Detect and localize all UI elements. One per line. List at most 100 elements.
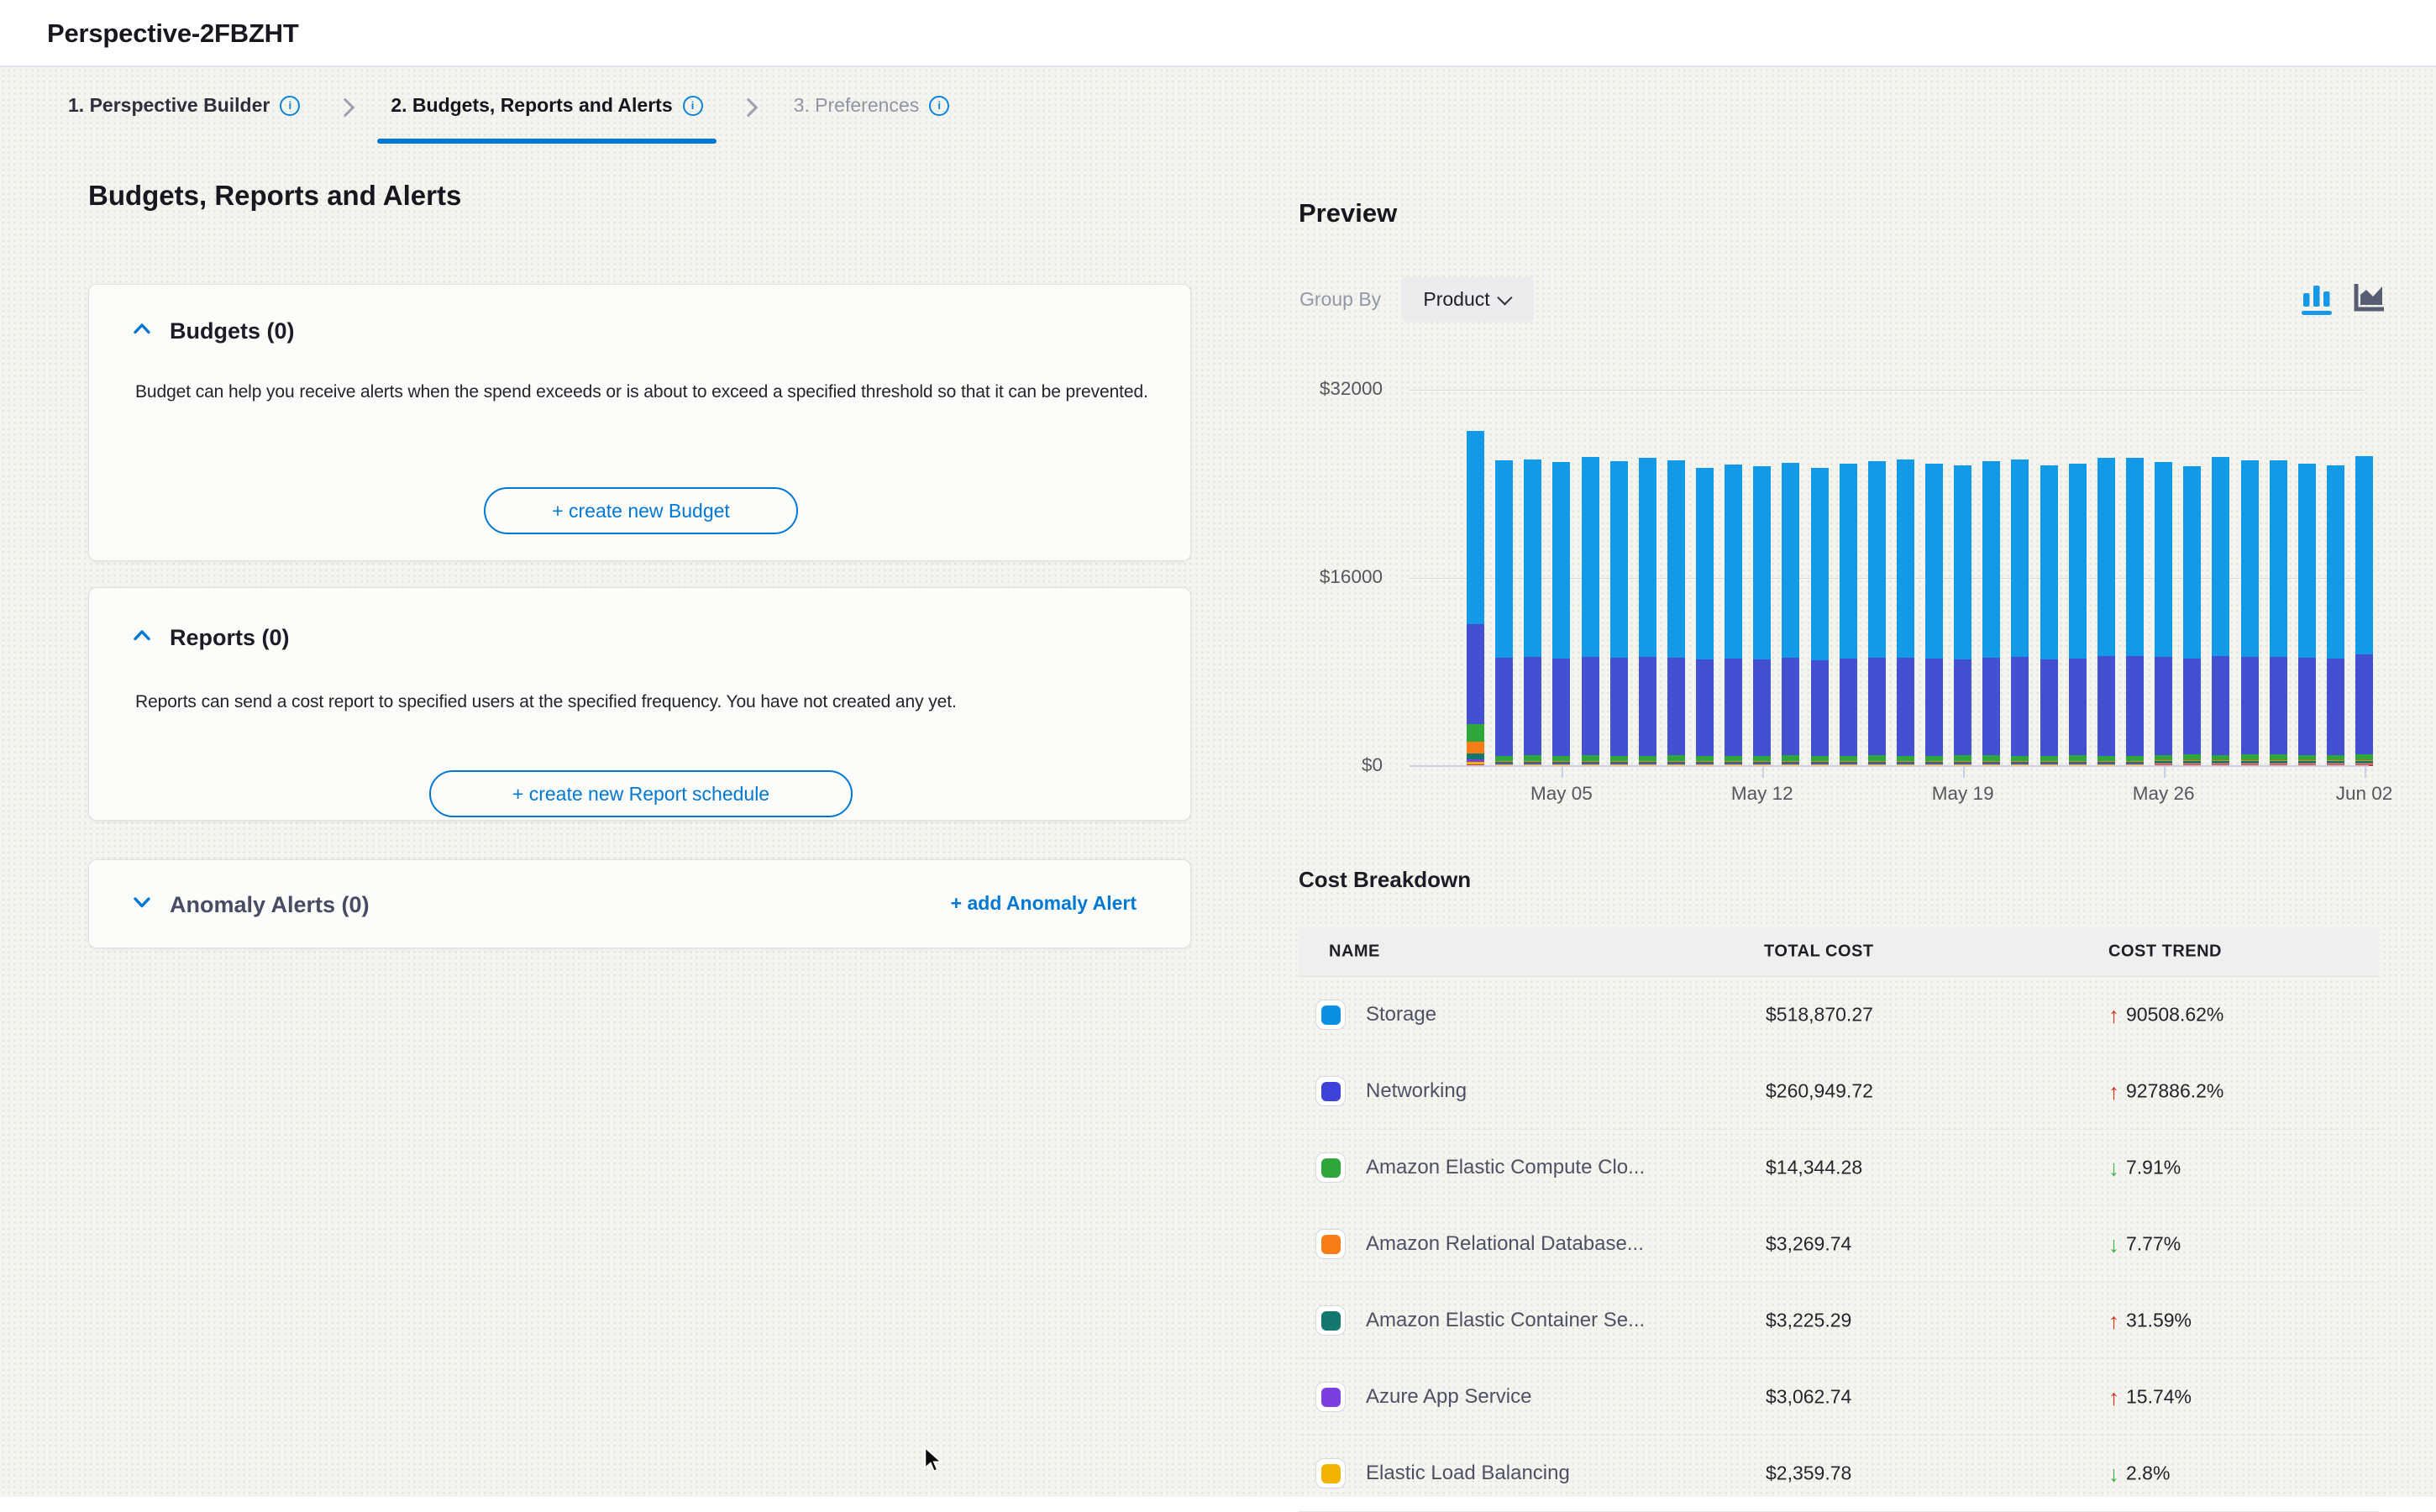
info-icon[interactable]: i — [929, 96, 949, 116]
trend-up-arrow-icon: ↑ — [2108, 1080, 2119, 1102]
bar-segment — [2155, 462, 2172, 657]
bar-segment — [2155, 657, 2172, 754]
bar-segment — [1753, 466, 1771, 659]
bar-segment — [1868, 658, 1886, 755]
bar-segment — [2298, 464, 2316, 658]
x-axis-tick-label: May 19 — [1913, 783, 2013, 805]
row-cost-trend: ↓7.77% — [2108, 1233, 2181, 1256]
cost-breakdown-table: NAMETOTAL COSTCOST TREND Storage$518,870… — [1299, 927, 2379, 1512]
tab-perspective-builder[interactable]: 1. Perspective Builder i — [68, 94, 300, 120]
app-header: Perspective-2FBZHT — [0, 0, 2436, 67]
stacked-bar-chart — [1410, 390, 2365, 766]
trend-down-arrow-icon: ↓ — [2108, 1462, 2119, 1484]
chart-bar — [1725, 465, 1742, 766]
chevron-right-icon — [336, 97, 355, 117]
chart-bar — [1982, 461, 2000, 766]
page-title: Perspective-2FBZHT — [47, 0, 299, 67]
bar-segment — [1897, 459, 1914, 657]
bar-segment — [1524, 657, 1541, 755]
chart-bar — [1954, 465, 1971, 766]
bar-chart-icon[interactable] — [2302, 281, 2334, 320]
bar-segment — [1467, 431, 1484, 624]
table-body: Storage$518,870.27↑90508.62%Networking$2… — [1299, 977, 2379, 1512]
table-row: Networking$260,949.72↑927886.2% — [1299, 1053, 2379, 1130]
bar-segment — [2126, 458, 2144, 655]
chart-bar — [1582, 457, 1599, 766]
row-total-cost: $14,344.28 — [1766, 1157, 1862, 1179]
mouse-cursor — [922, 1446, 948, 1478]
bar-segment — [1725, 659, 1742, 756]
table-row: Elastic Load Balancing$2,359.78↓2.8% — [1299, 1436, 2379, 1512]
bar-segment — [1467, 624, 1484, 724]
chart-bar — [2011, 459, 2029, 766]
row-total-cost: $260,949.72 — [1766, 1080, 1873, 1103]
bar-segment — [2040, 465, 2058, 659]
bar-segment — [1954, 659, 1971, 756]
bar-segment — [2298, 658, 2316, 755]
trend-up-arrow-icon: ↑ — [2108, 1004, 2119, 1026]
group-by-select[interactable]: Product — [1401, 277, 1534, 322]
row-cost-trend: ↓7.91% — [2108, 1157, 2181, 1179]
row-cost-trend: ↑15.74% — [2108, 1386, 2192, 1409]
tab-preferences[interactable]: 3. Preferencesi — [794, 94, 950, 120]
info-icon[interactable]: i — [280, 96, 300, 116]
series-color-chip — [1315, 1076, 1346, 1106]
x-axis-tick — [1562, 767, 1563, 778]
trend-percent: 2.8% — [2126, 1462, 2170, 1485]
bar-segment — [1552, 462, 1570, 659]
trend-percent: 15.74% — [2126, 1386, 2192, 1409]
chart-bar — [1524, 459, 1541, 766]
chart-bar — [2355, 456, 2373, 766]
chart-bar — [1610, 461, 1628, 766]
bar-segment — [1582, 657, 1599, 756]
bar-segment — [1667, 658, 1685, 755]
x-axis-tick-label: Jun 02 — [2314, 783, 2415, 805]
x-axis-tick — [2365, 767, 2366, 778]
row-cost-trend: ↓ 2.8% — [2108, 1462, 2170, 1485]
trend-percent: 90508.62% — [2126, 1004, 2223, 1026]
trend-percent: 7.91% — [2126, 1157, 2181, 1179]
bar-segment — [2212, 457, 2229, 656]
bar-segment — [1840, 659, 1857, 756]
bar-segment — [2327, 465, 2344, 659]
trend-down-arrow-icon: ↓ — [2108, 1233, 2119, 1255]
bar-segment — [1982, 461, 2000, 658]
create-budget-button[interactable]: + create new Budget — [484, 487, 798, 534]
bar-segment — [2241, 460, 2259, 657]
chart-bar — [2097, 458, 2115, 766]
bar-segment — [1925, 464, 1943, 659]
bar-segment — [2355, 654, 2373, 754]
area-chart-icon[interactable] — [2352, 281, 2387, 320]
chevron-up-icon[interactable] — [133, 322, 151, 339]
chart-bar — [2040, 465, 2058, 766]
bar-segment — [1610, 461, 1628, 658]
bar-segment — [1552, 659, 1570, 756]
add-anomaly-alert-link[interactable]: + add Anomaly Alert — [951, 892, 1137, 915]
chevron-up-icon[interactable] — [133, 628, 151, 646]
bar-segment — [2183, 659, 2201, 755]
chevron-down-icon[interactable] — [133, 895, 151, 913]
tab-label: 1. Perspective Builder — [68, 94, 270, 117]
create-report-button[interactable]: + create new Report schedule — [429, 770, 853, 817]
tab-budgets-reports-and-alerts[interactable]: 2. Budgets, Reports and Alertsi — [391, 94, 702, 120]
bar-segment — [1782, 658, 1799, 755]
bar-segment — [1582, 457, 1599, 657]
bar-segment — [2069, 659, 2087, 756]
y-axis-tick-label: $0 — [1265, 754, 1383, 776]
chart-bar — [2212, 457, 2229, 766]
y-axis-tick-label: $32000 — [1265, 378, 1383, 400]
row-total-cost: $2,359.78 — [1766, 1462, 1851, 1485]
chart-bar — [1897, 459, 1914, 766]
chart-bar — [1868, 461, 1886, 766]
column-header: COST TREND — [2108, 942, 2222, 962]
bar-segment — [2183, 466, 2201, 658]
bar-segment — [1495, 658, 1513, 755]
chart-bar — [1811, 468, 1829, 766]
bar-segment — [1639, 657, 1656, 756]
chevron-right-icon — [738, 97, 758, 117]
table-row: Amazon Elastic Compute Clo...$14,344.28↓… — [1299, 1130, 2379, 1206]
info-icon[interactable]: i — [683, 96, 703, 116]
anomaly-alerts-card: Anomaly Alerts (0) + add Anomaly Alert — [88, 859, 1191, 948]
series-color-chip — [1315, 1305, 1346, 1336]
bar-segment — [2270, 657, 2287, 754]
